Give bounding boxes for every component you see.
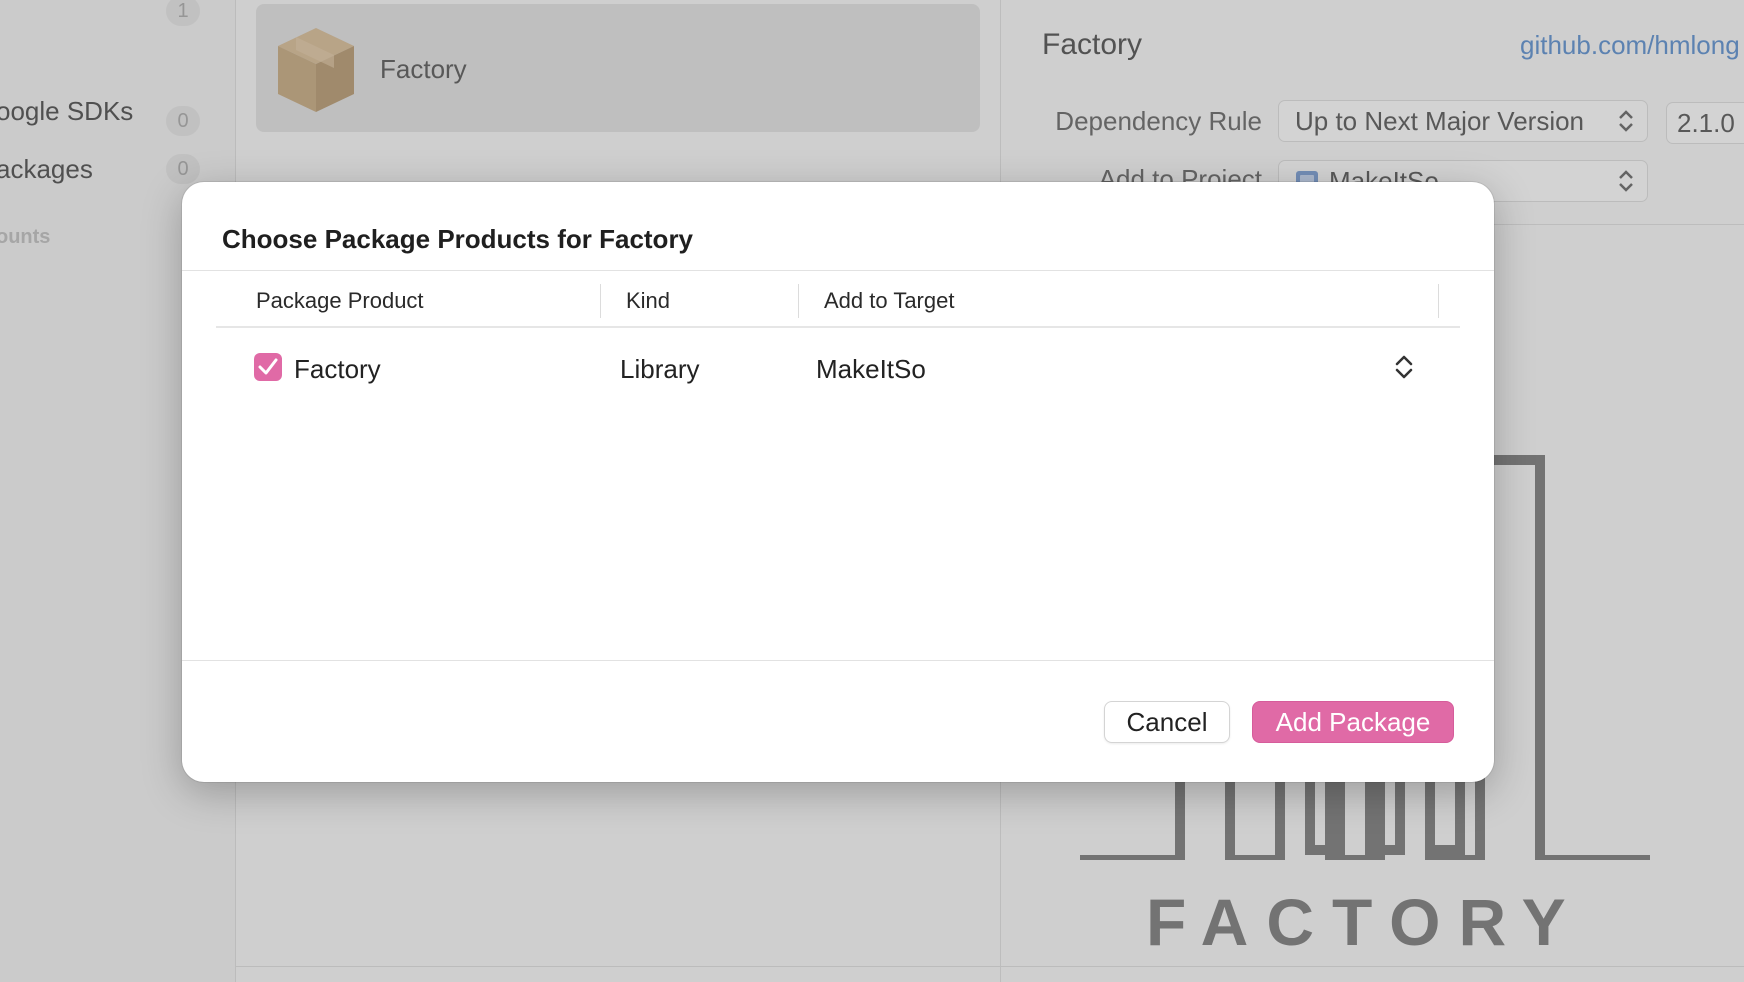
table-row: Factory Library MakeItSo (216, 332, 1460, 392)
dialog-title: Choose Package Products for Factory (222, 224, 694, 254)
footer-divider (182, 660, 1494, 661)
column-header-package-product[interactable]: Package Product (256, 288, 424, 314)
choose-package-products-dialog: Choose Package Products for Factory Pack… (182, 182, 1494, 782)
column-header-add-to-target[interactable]: Add to Target (824, 288, 954, 314)
chevron-up-down-icon[interactable] (1394, 352, 1414, 382)
divider (182, 270, 1494, 271)
checkmark-icon (258, 358, 278, 375)
add-package-button[interactable]: Add Package (1252, 701, 1454, 743)
column-header-kind[interactable]: Kind (626, 288, 670, 314)
product-name-cell: Factory (294, 354, 381, 384)
column-separator (798, 284, 799, 318)
column-separator (600, 284, 601, 318)
column-separator (1438, 284, 1439, 318)
cancel-button[interactable]: Cancel (1104, 701, 1230, 743)
target-select[interactable]: MakeItSo (816, 354, 926, 385)
include-product-checkbox[interactable] (254, 353, 282, 381)
header-divider (216, 326, 1460, 328)
kind-cell: Library (620, 354, 700, 384)
